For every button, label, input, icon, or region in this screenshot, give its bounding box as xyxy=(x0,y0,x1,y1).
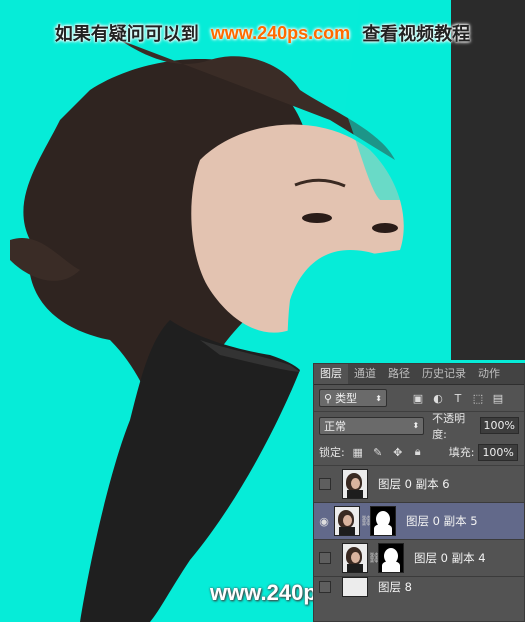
lock-position-icon[interactable]: ✥ xyxy=(391,445,405,459)
tutorial-banner: 如果有疑问可以到 www.240ps.com 查看视频教程 xyxy=(0,18,525,48)
lock-brush-icon[interactable]: ✎ xyxy=(371,445,385,459)
link-icon[interactable]: ⛓ xyxy=(368,553,381,564)
layer-mask-thumbnail[interactable] xyxy=(370,506,396,536)
lock-label: 锁定: xyxy=(319,446,345,459)
blend-mode-select[interactable]: 正常 ⬍ xyxy=(319,416,425,435)
layer-thumbnail xyxy=(334,506,360,536)
blend-row: 正常 ⬍ 不透明度: 100% xyxy=(314,411,524,441)
filter-row: ⚲ 类型 ⬍ ▣ ◐ T ⬚ ▤ xyxy=(314,385,524,412)
tab-history[interactable]: 历史记录 xyxy=(416,364,472,384)
chevron-updown-icon: ⬍ xyxy=(412,421,420,430)
type-filter-icon[interactable]: T xyxy=(451,391,465,405)
layer-row[interactable]: 图层 0 副本 6 xyxy=(314,466,524,503)
panel-tabs: 图层 通道 路径 历史记录 动作 xyxy=(314,364,524,385)
search-icon: ⚲ xyxy=(324,391,333,405)
tab-paths[interactable]: 路径 xyxy=(382,364,416,384)
layer-thumbnail xyxy=(342,577,368,597)
eye-icon[interactable]: ◉ xyxy=(314,515,334,528)
workspace-background xyxy=(451,0,525,360)
layer-row[interactable]: ⛓ 图层 0 副本 4 xyxy=(314,540,524,577)
layer-thumbnail xyxy=(342,543,368,573)
layer-name: 图层 8 xyxy=(378,580,412,594)
chevron-updown-icon: ⬍ xyxy=(375,393,382,403)
shape-filter-icon[interactable]: ⬚ xyxy=(471,391,485,405)
link-icon[interactable]: ⛓ xyxy=(360,516,373,527)
banner-left-text: 如果有疑问可以到 xyxy=(54,24,199,45)
layer-name: 图层 0 副本 4 xyxy=(414,551,486,565)
layer-name: 图层 0 副本 6 xyxy=(378,477,450,491)
lock-transparency-icon[interactable]: ▦ xyxy=(351,445,365,459)
visibility-toggle[interactable] xyxy=(319,478,331,490)
filter-type-select[interactable]: ⚲ 类型 ⬍ xyxy=(319,389,387,407)
layer-name: 图层 0 副本 5 xyxy=(406,514,478,528)
layer-mask-thumbnail[interactable] xyxy=(378,543,404,573)
opacity-input[interactable]: 100% xyxy=(479,417,519,434)
opacity-label: 不透明度: xyxy=(432,411,466,441)
blend-mode-label: 正常 xyxy=(324,419,346,433)
visibility-toggle[interactable] xyxy=(319,581,331,593)
tab-actions[interactable]: 动作 xyxy=(472,364,506,384)
smart-object-filter-icon[interactable]: ▤ xyxy=(491,391,505,405)
banner-right-text: 查看视频教程 xyxy=(362,24,471,45)
fill-label: 填充: xyxy=(448,446,475,459)
visibility-toggle[interactable] xyxy=(319,552,331,564)
adjustment-filter-icon[interactable]: ◐ xyxy=(431,391,445,405)
banner-url: www.240ps.com xyxy=(210,22,351,43)
pixel-filter-icon[interactable]: ▣ xyxy=(411,391,425,405)
lock-row: 锁定: ▦ ✎ ✥ 🔒︎ 填充: 100% xyxy=(314,439,524,466)
layer-row[interactable]: ◉ ⛓ 图层 0 副本 5 xyxy=(314,503,524,540)
tab-layers[interactable]: 图层 xyxy=(314,364,348,384)
tab-channels[interactable]: 通道 xyxy=(348,364,382,384)
fill-input[interactable]: 100% xyxy=(478,443,518,461)
filter-type-label: 类型 xyxy=(335,392,358,405)
lock-all-icon[interactable]: 🔒︎ xyxy=(411,445,425,459)
layers-panel: 图层 通道 路径 历史记录 动作 ⚲ 类型 ⬍ ▣ ◐ T ⬚ ▤ 正常 ⬍ 不… xyxy=(313,363,525,622)
layer-row[interactable]: 图层 8 xyxy=(314,577,524,597)
layer-thumbnail xyxy=(342,469,368,499)
